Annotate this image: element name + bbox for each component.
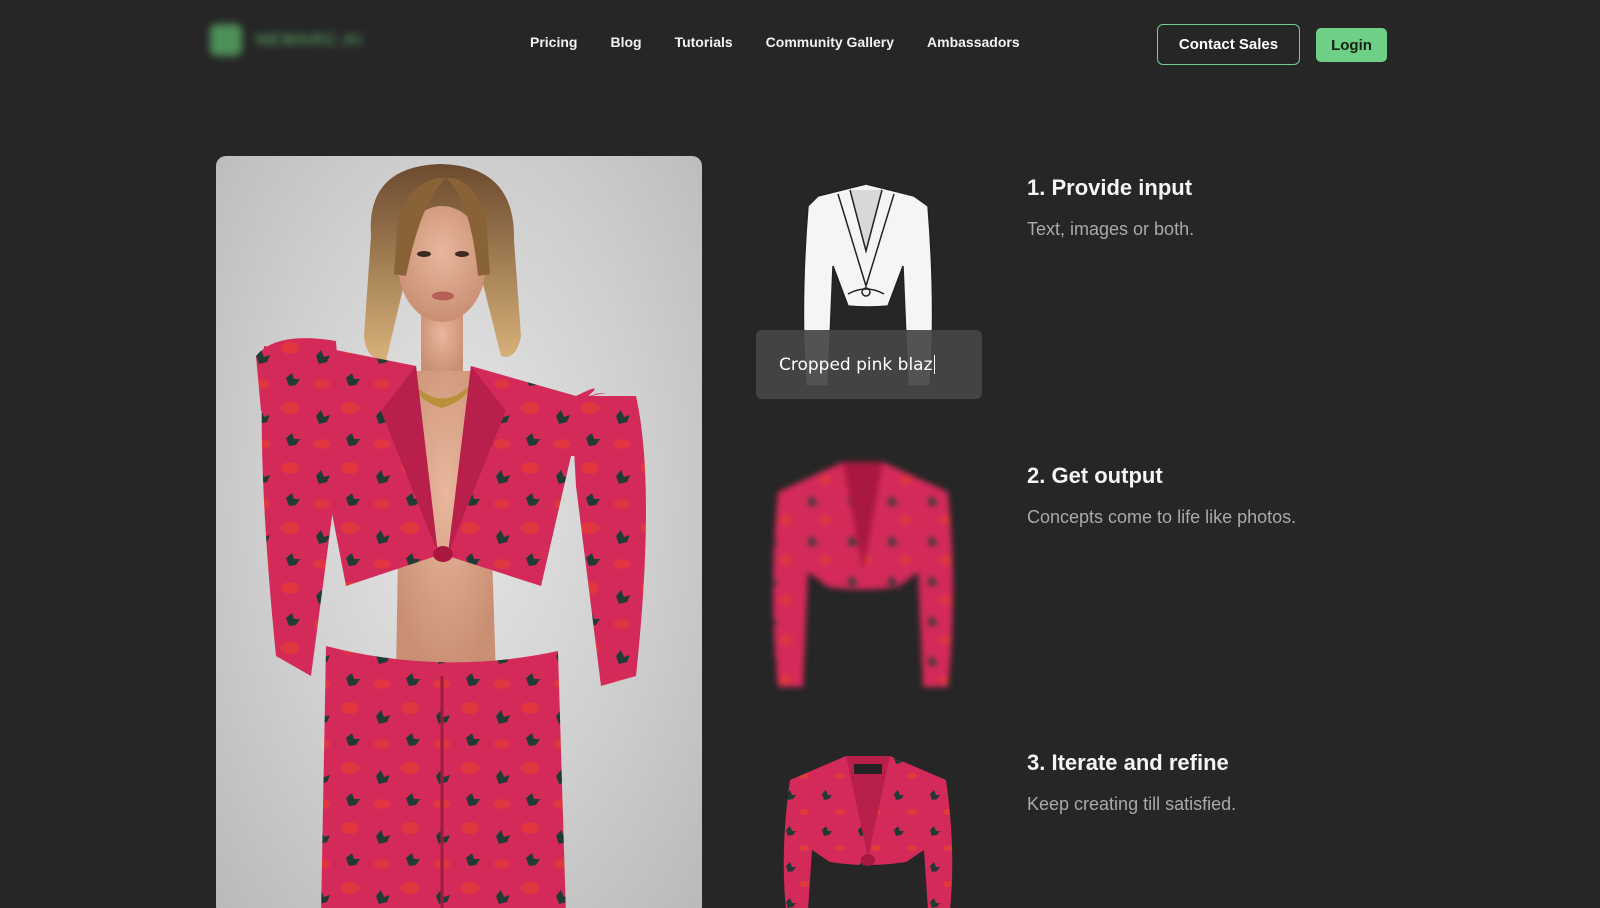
brand-logo[interactable]: NEWARC.AI [210,24,362,56]
step-2-title: 2. Get output [1027,463,1163,488]
model-illustration [256,164,646,908]
step-1-description: Text, images or both. [1027,219,1195,239]
step-3-description: Keep creating till satisfied. [1027,794,1237,814]
brand-name: NEWARC.AI [256,30,363,49]
step-iterate-refine: 3. Iterate and refine Keep creating till… [1027,750,1307,818]
output-thumbnail-blurred [758,452,968,697]
nav-tutorials[interactable]: Tutorials [675,34,733,50]
blazer-output-illustration [773,462,953,687]
main-nav: Pricing Blog Tutorials Community Gallery… [530,34,1020,50]
step-3-title: 3. Iterate and refine [1027,750,1229,775]
refined-thumbnail [778,750,958,908]
step-provide-input: 1. Provide input Text, images or both. [1027,175,1307,243]
nav-community-gallery[interactable]: Community Gallery [766,34,894,50]
hero-model-image [216,156,702,908]
blazer-refined-illustration [783,756,953,908]
leaf-logo-icon [210,24,242,56]
step-get-output: 2. Get output Concepts come to life like… [1027,463,1307,531]
prompt-input-value[interactable]: Cropped pink blaz [779,355,933,375]
contact-sales-button[interactable]: Contact Sales [1157,24,1300,65]
nav-pricing[interactable]: Pricing [530,34,577,50]
nav-blog[interactable]: Blog [610,34,641,50]
text-caret [933,355,936,374]
prompt-input-overlay[interactable]: Cropped pink blaz [756,330,982,399]
login-button[interactable]: Login [1316,28,1387,62]
nav-ambassadors[interactable]: Ambassadors [927,34,1020,50]
step-1-title: 1. Provide input [1027,175,1193,200]
step-2-description: Concepts come to life like photos. [1027,507,1297,527]
